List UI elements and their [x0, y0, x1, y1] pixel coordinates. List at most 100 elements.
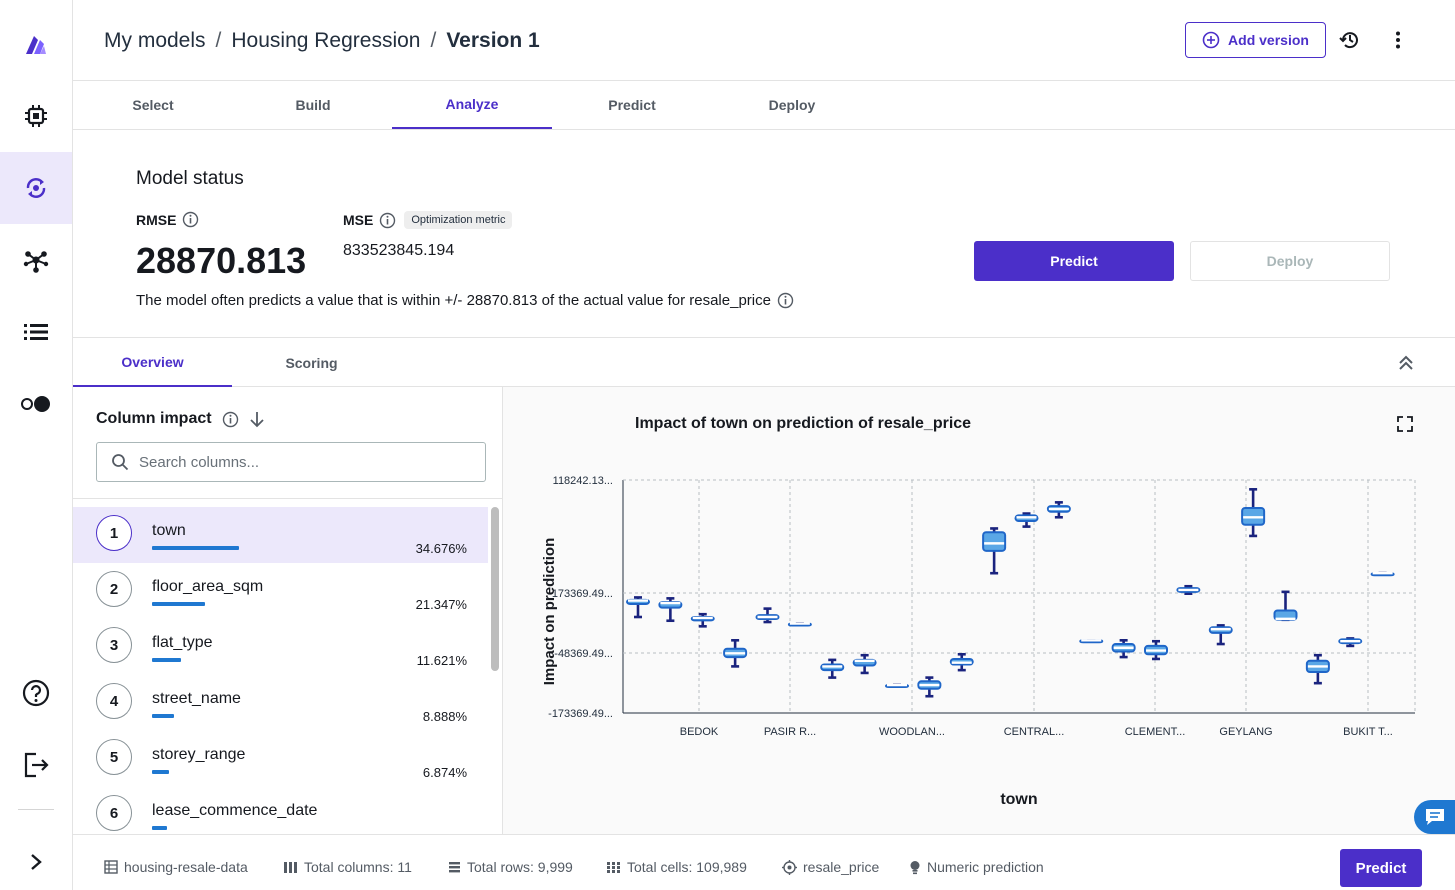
y-tick-label: -173369.49...	[548, 708, 613, 720]
tab-select[interactable]: Select	[73, 81, 233, 129]
left-rail	[0, 0, 73, 890]
chip-icon[interactable]	[0, 80, 72, 152]
column-name: town	[152, 522, 186, 539]
tab-predict[interactable]: Predict	[552, 81, 712, 129]
predict-button[interactable]: Predict	[974, 241, 1174, 281]
info-icon[interactable]	[379, 212, 396, 229]
footer-columns-count: Total columns: 11	[304, 859, 412, 875]
impact-percent: 34.676%	[415, 541, 467, 556]
rank-badge: 5	[96, 739, 132, 775]
footer-problem-type: Numeric prediction	[909, 859, 1044, 875]
column-impact-row[interactable]: 5 storey_range 6.874%	[73, 731, 488, 787]
rmse-label-group: RMSE	[136, 211, 199, 228]
column-name: storey_range	[152, 746, 246, 763]
impact-bar	[152, 826, 167, 830]
x-tick-label: BEDOK	[680, 726, 719, 738]
columns-icon	[284, 861, 297, 873]
column-impact-row[interactable]: 4 street_name 8.888%	[73, 675, 488, 731]
impact-bar	[152, 770, 169, 774]
x-tick-label: CLEMENT...	[1125, 726, 1186, 738]
search-icon	[112, 454, 129, 471]
impact-bar	[152, 714, 174, 718]
collapse-up-icon[interactable]	[1395, 352, 1417, 374]
x-tick-label: PASIR R...	[764, 726, 816, 738]
impact-bar	[152, 602, 205, 606]
breadcrumb-my-models[interactable]: My models	[104, 29, 206, 53]
status-description: The model often predicts a value that is…	[136, 292, 771, 309]
column-impact-row[interactable]: 1 town 34.676%	[73, 507, 488, 563]
y-tick-label: 118242.13...	[553, 475, 613, 487]
logout-icon[interactable]	[0, 729, 72, 801]
y-axis-title: Impact on prediction	[541, 538, 558, 686]
breadcrumb-model[interactable]: Housing Regression	[231, 29, 420, 53]
column-impact-row[interactable]: 2 floor_area_sqm 21.347%	[73, 563, 488, 619]
cells-icon	[607, 861, 620, 873]
help-icon[interactable]	[0, 657, 72, 729]
search-columns-box[interactable]	[96, 442, 486, 482]
rank-badge: 3	[96, 627, 132, 663]
toggle-icon[interactable]	[0, 368, 72, 440]
rmse-label: RMSE	[136, 211, 177, 228]
column-name: floor_area_sqm	[152, 578, 264, 595]
tab-build[interactable]: Build	[233, 81, 393, 129]
tab-overview[interactable]: Overview	[73, 338, 232, 387]
footer-predict-button[interactable]: Predict	[1340, 849, 1422, 887]
x-tick-label: GEYLANG	[1219, 726, 1272, 738]
impact-bar	[152, 658, 181, 662]
network-icon[interactable]	[0, 224, 72, 296]
tab-analyze[interactable]: Analyze	[392, 81, 552, 129]
column-impact-row[interactable]: 3 flat_type 11.621%	[73, 619, 488, 675]
search-columns-input[interactable]	[139, 453, 469, 471]
footer-target-name: resale_price	[803, 859, 880, 875]
mse-label-group: MSE Optimization metric	[343, 211, 513, 229]
sub-tabs: Overview Scoring	[73, 337, 1455, 387]
info-icon[interactable]	[182, 211, 199, 228]
main-tabs: Select Build Analyze Predict Deploy	[73, 81, 1455, 130]
column-impact-list: 1 town 34.676% 2 floor_area_sqm 21.347% 3 flat_…	[73, 507, 488, 834]
breadcrumb-separator: /	[430, 29, 437, 52]
footer-dataset: housing-resale-data	[104, 859, 248, 875]
table-icon	[104, 860, 118, 874]
list-scrollbar[interactable]	[491, 507, 499, 671]
expand-rail-icon[interactable]	[0, 826, 72, 890]
y-tick-label: -48369.49...	[554, 648, 613, 660]
add-version-button[interactable]: Add version	[1185, 22, 1326, 58]
status-description-group: The model often predicts a value that is…	[136, 292, 794, 309]
add-circle-icon	[1202, 31, 1220, 49]
footer-rows: Total rows: 9,999	[448, 859, 573, 875]
rank-badge: 1	[96, 515, 132, 551]
more-vertical-icon[interactable]	[1386, 28, 1410, 52]
x-tick-label: CENTRAL...	[1004, 726, 1065, 738]
tab-scoring[interactable]: Scoring	[232, 338, 391, 387]
breadcrumb-version: Version 1	[446, 29, 540, 52]
impact-percent: 21.347%	[415, 597, 467, 612]
footer-problem-label: Numeric prediction	[927, 859, 1044, 875]
breadcrumb: My models / Housing Regression / Version…	[104, 29, 540, 53]
tab-deploy[interactable]: Deploy	[712, 81, 872, 129]
add-version-label: Add version	[1228, 32, 1309, 48]
optimization-metric-badge: Optimization metric	[404, 211, 513, 229]
column-impact-header: Column impact	[96, 410, 265, 428]
feedback-icon[interactable]	[1414, 800, 1455, 834]
column-name: flat_type	[152, 634, 213, 651]
info-icon[interactable]	[222, 411, 239, 428]
rmse-value: 28870.813	[136, 240, 307, 281]
x-tick-label: BUKIT T...	[1343, 726, 1393, 738]
analyze-icon[interactable]	[0, 152, 72, 224]
info-icon[interactable]	[777, 292, 794, 309]
footer-rows-count: Total rows: 9,999	[467, 859, 573, 875]
impact-percent: 11.621%	[416, 653, 467, 668]
dataset-footer: housing-resale-data Total columns: 11 To…	[73, 834, 1455, 890]
bulb-icon	[910, 860, 920, 874]
column-impact-row[interactable]: 6 lease_commence_date	[73, 787, 488, 834]
sort-down-icon[interactable]	[249, 410, 265, 428]
history-icon[interactable]	[1338, 28, 1362, 52]
footer-cells: Total cells: 109,989	[606, 859, 747, 875]
page-header: My models / Housing Regression / Version…	[73, 0, 1455, 81]
box-plot-chart: 118242.13...-173369.49...-48369.49...-17…	[541, 475, 1416, 808]
rail-divider	[18, 809, 54, 810]
list-icon[interactable]	[0, 296, 72, 368]
deploy-button[interactable]: Deploy	[1190, 241, 1390, 281]
model-status-title: Model status	[136, 168, 244, 189]
logo-icon[interactable]	[0, 8, 72, 80]
